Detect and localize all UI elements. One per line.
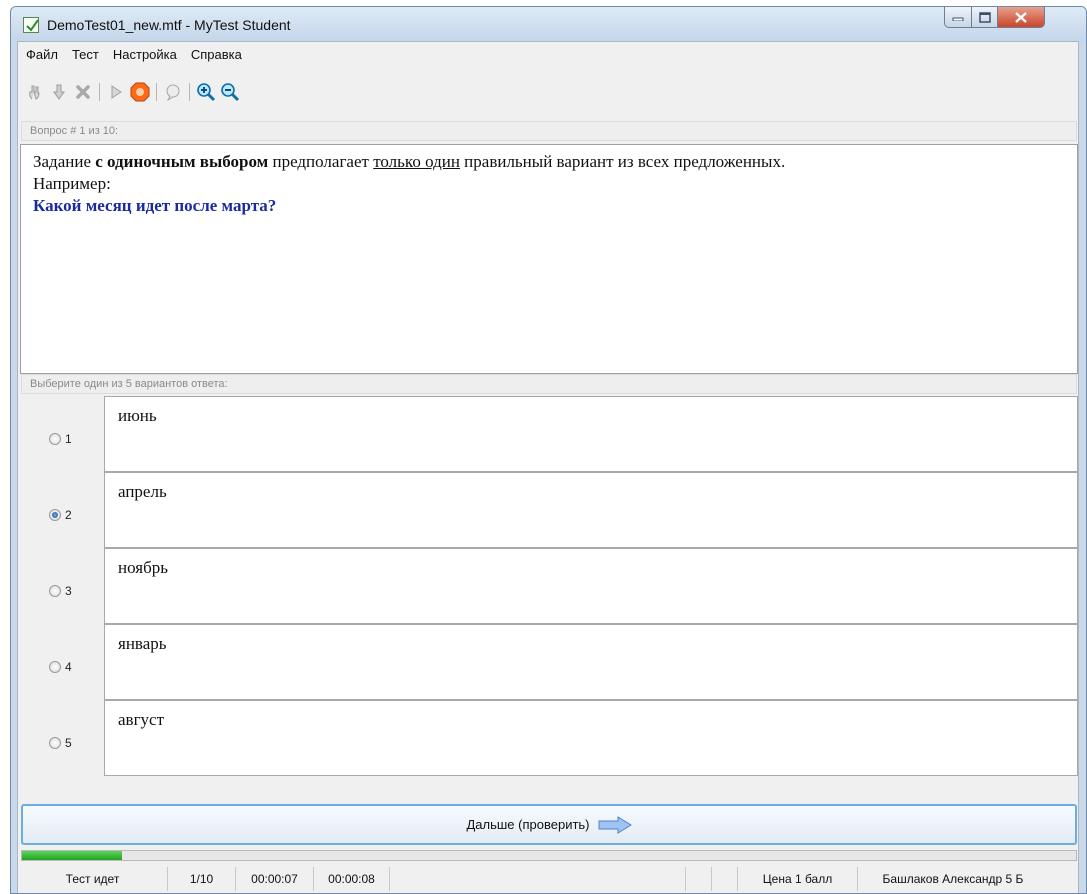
status-time-total: 00:00:08: [314, 867, 390, 891]
hand-icon[interactable]: [24, 81, 46, 103]
answer-option-2[interactable]: 2 апрель: [20, 472, 1078, 548]
status-bar: Тест идет 1/10 00:00:07 00:00:08 Цена 1 …: [18, 864, 1078, 893]
menu-settings[interactable]: Настройка: [113, 47, 177, 62]
status-position: 1/10: [168, 867, 236, 891]
radio-button[interactable]: [49, 661, 61, 673]
status-empty-cell: [390, 867, 686, 891]
question-line-1: Задание с одиночным выбором предполагает…: [33, 151, 1065, 173]
option-number: 1: [65, 432, 72, 446]
answers-instruction-label: Выберите один из 5 вариантов ответа:: [21, 374, 1077, 394]
answer-list: 1 июнь 2 апрель 3 ноябрь 4 январь 5 авгу…: [20, 396, 1078, 796]
window-title: DemoTest01_new.mtf - MyTest Student: [47, 17, 291, 33]
answer-option-1[interactable]: 1 июнь: [20, 396, 1078, 472]
question-underlined-text: только один: [373, 152, 460, 171]
toolbar-separator: [156, 83, 157, 101]
radio-button[interactable]: [49, 433, 61, 445]
option-text[interactable]: ноябрь: [104, 548, 1078, 624]
radio-button[interactable]: [49, 585, 61, 597]
menu-file[interactable]: Файл: [26, 47, 58, 62]
toolbar: [24, 80, 243, 104]
progress-fill: [22, 851, 123, 860]
answer-option-3[interactable]: 3 ноябрь: [20, 548, 1078, 624]
question-line-2: Например:: [33, 174, 111, 193]
status-empty-cell: [686, 867, 712, 891]
status-state: Тест идет: [18, 867, 168, 891]
question-bold-text: с одиночным выбором: [95, 152, 269, 171]
minimize-button[interactable]: [944, 7, 972, 28]
next-button-label: Дальше (проверить): [466, 817, 590, 832]
radio-button[interactable]: [49, 509, 61, 521]
maximize-icon: [978, 11, 991, 23]
close-window-button[interactable]: [997, 7, 1045, 28]
option-number: 3: [65, 584, 72, 598]
menu-bar: Файл Тест Настройка Справка: [18, 42, 1078, 66]
app-checkbox-icon: [23, 17, 39, 33]
menu-test[interactable]: Тест: [72, 47, 99, 62]
radio-button[interactable]: [49, 737, 61, 749]
toolbar-separator: [99, 83, 100, 101]
radio-cell[interactable]: 5: [20, 700, 102, 776]
toolbar-separator: [189, 83, 190, 101]
thumbs-down-icon[interactable]: [48, 81, 70, 103]
option-number: 5: [65, 736, 72, 750]
question-text-part: правильный вариант из всех предложенных.: [459, 152, 786, 171]
option-text[interactable]: апрель: [104, 472, 1078, 548]
next-check-button[interactable]: Дальше (проверить): [21, 804, 1077, 845]
delete-icon[interactable]: [72, 81, 94, 103]
zoom-out-icon[interactable]: [219, 81, 241, 103]
question-text-part: предполагает: [268, 152, 374, 171]
answer-option-5[interactable]: 5 август: [20, 700, 1078, 776]
status-time-elapsed: 00:00:07: [236, 867, 314, 891]
question-number-label: Вопрос # 1 из 10:: [21, 121, 1077, 141]
progress-bar: [21, 850, 1077, 861]
maximize-button[interactable]: [971, 7, 998, 28]
option-text[interactable]: январь: [104, 624, 1078, 700]
question-text-part: Задание: [33, 152, 96, 171]
close-icon: [1015, 11, 1027, 23]
app-window: DemoTest01_new.mtf - MyTest Student Файл…: [10, 6, 1087, 894]
answer-option-4[interactable]: 4 январь: [20, 624, 1078, 700]
status-price: Цена 1 балл: [738, 867, 858, 891]
radio-cell[interactable]: 4: [20, 624, 102, 700]
radio-cell[interactable]: 3: [20, 548, 102, 624]
stop-icon[interactable]: [129, 81, 151, 103]
question-prompt: Какой месяц идет после марта?: [33, 196, 277, 215]
option-number: 4: [65, 660, 72, 674]
speech-icon[interactable]: [162, 81, 184, 103]
radio-cell[interactable]: 2: [20, 472, 102, 548]
status-user: Башлаков Александр 5 Б: [882, 872, 1024, 886]
title-bar: DemoTest01_new.mtf - MyTest Student: [11, 7, 1086, 41]
option-text[interactable]: август: [104, 700, 1078, 776]
zoom-in-icon[interactable]: [195, 81, 217, 103]
arrow-right-icon: [598, 815, 632, 834]
option-text[interactable]: июнь: [104, 396, 1078, 472]
menu-help[interactable]: Справка: [191, 47, 242, 62]
minimize-icon: [952, 17, 964, 21]
option-number: 2: [65, 508, 72, 522]
client-area: Файл Тест Настройка Справка Вопрос # 1 и…: [17, 41, 1079, 893]
play-icon[interactable]: [105, 81, 127, 103]
status-empty-cell: [712, 867, 738, 891]
radio-cell[interactable]: 1: [20, 396, 102, 472]
question-text-area: Задание с одиночным выбором предполагает…: [20, 144, 1078, 374]
